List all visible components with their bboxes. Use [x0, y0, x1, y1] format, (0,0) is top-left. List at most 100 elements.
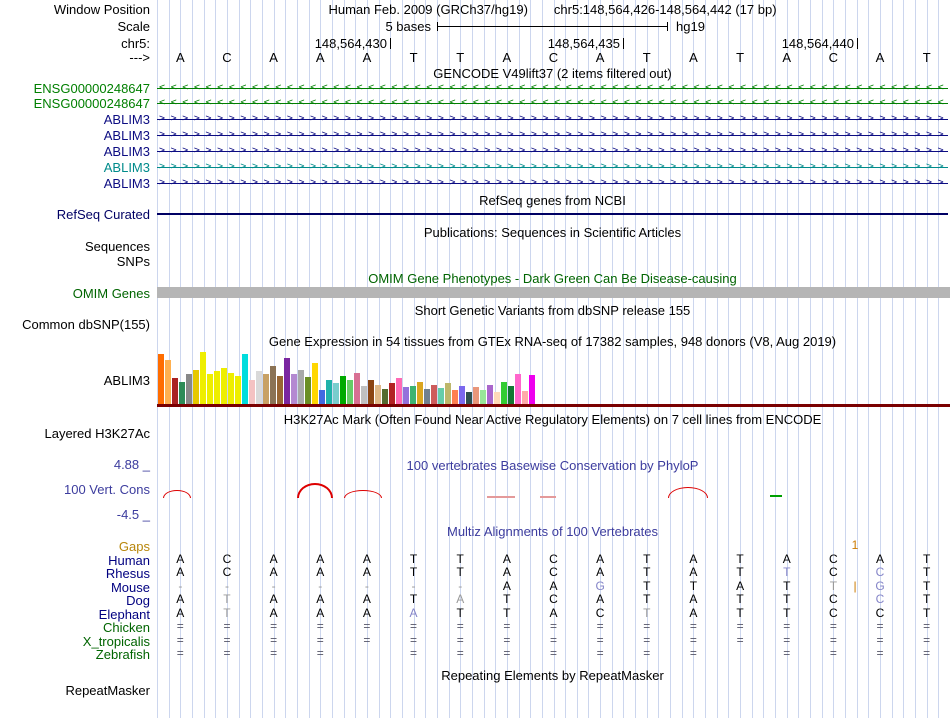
gtex-expression-bar[interactable] — [340, 376, 346, 404]
repeatmasker-label[interactable]: RepeatMasker — [0, 683, 150, 698]
gtex-expression-bar[interactable] — [529, 375, 535, 404]
gtex-expression-bar[interactable] — [375, 385, 381, 404]
multiz-species-label[interactable]: Zebrafish — [0, 647, 150, 662]
gtex-expression-bar[interactable] — [438, 388, 444, 404]
multiz-species-label[interactable]: Gaps — [0, 539, 150, 554]
sequences-label[interactable]: Sequences — [0, 239, 150, 254]
multiz-species-label[interactable]: Dog — [0, 593, 150, 608]
refseq-track-title[interactable]: RefSeq genes from NCBI — [157, 193, 948, 208]
gtex-expression-bar[interactable] — [193, 370, 199, 404]
multiz-track-title[interactable]: Multiz Alignments of 100 Vertebrates — [157, 524, 948, 539]
alignment-base: C — [549, 592, 558, 606]
gtex-expression-bar[interactable] — [270, 366, 276, 404]
gtex-expression-bar[interactable] — [494, 392, 500, 404]
gene-model[interactable]: >>>>>>>>>>>>>>>>>>>>>>>>>>>>>>>>>>>>>>>>… — [157, 112, 948, 126]
strand-direction-label[interactable]: ---> — [0, 50, 150, 65]
gtex-expression-bar[interactable] — [319, 390, 325, 404]
dbsnp-label[interactable]: Common dbSNP(155) — [0, 317, 150, 332]
gtex-expression-bar[interactable] — [249, 380, 255, 404]
gene-model[interactable]: >>>>>>>>>>>>>>>>>>>>>>>>>>>>>>>>>>>>>>>>… — [157, 144, 948, 158]
gene-model[interactable]: <<<<<<<<<<<<<<<<<<<<<<<<<<<<<<<<<<<<<<<<… — [157, 81, 948, 95]
repeatmasker-track-title[interactable]: Repeating Elements by RepeatMasker — [157, 668, 948, 683]
gtex-expression-bar[interactable] — [333, 383, 339, 404]
gene-model[interactable]: >>>>>>>>>>>>>>>>>>>>>>>>>>>>>>>>>>>>>>>>… — [157, 160, 948, 174]
gtex-expression-bar[interactable] — [382, 389, 388, 404]
gtex-expression-bar[interactable] — [424, 389, 430, 404]
refseq-curated-line[interactable] — [157, 213, 948, 215]
gtex-expression-bar[interactable] — [228, 373, 234, 404]
h3k27ac-label[interactable]: Layered H3K27Ac — [0, 426, 150, 441]
gtex-expression-bar[interactable] — [291, 374, 297, 404]
gene-label[interactable]: ENSG00000248647 — [0, 81, 150, 96]
gtex-expression-bar[interactable] — [466, 392, 472, 404]
h3k27ac-track-title[interactable]: H3K27Ac Mark (Often Found Near Active Re… — [157, 412, 948, 427]
gtex-expression-bar[interactable] — [368, 380, 374, 404]
gtex-expression-bar[interactable] — [396, 378, 402, 404]
gene-model[interactable]: >>>>>>>>>>>>>>>>>>>>>>>>>>>>>>>>>>>>>>>>… — [157, 128, 948, 142]
gtex-expression-bar[interactable] — [417, 382, 423, 404]
gtex-expression-bar[interactable] — [501, 382, 507, 404]
multiz-species-label[interactable]: Rhesus — [0, 566, 150, 581]
gtex-expression-bar[interactable] — [263, 374, 269, 404]
multiz-species-label[interactable]: Chicken — [0, 620, 150, 635]
gtex-expression-bar[interactable] — [508, 386, 514, 404]
gtex-expression-bar[interactable] — [361, 386, 367, 404]
gene-label[interactable]: ENSG00000248647 — [0, 96, 150, 111]
gtex-expression-bar[interactable] — [165, 360, 171, 404]
gtex-expression-bar[interactable] — [242, 354, 248, 404]
omim-genes-label[interactable]: OMIM Genes — [0, 286, 150, 301]
phylop-track-title[interactable]: 100 vertebrates Basewise Conservation by… — [157, 458, 948, 473]
gtex-expression-bar[interactable] — [305, 377, 311, 404]
omim-track-title[interactable]: OMIM Gene Phenotypes - Dark Green Can Be… — [157, 271, 948, 286]
alignment-base: = — [363, 633, 371, 647]
gtex-expression-bar[interactable] — [389, 383, 395, 404]
alignment-base: A — [316, 592, 325, 606]
gene-model[interactable]: >>>>>>>>>>>>>>>>>>>>>>>>>>>>>>>>>>>>>>>>… — [157, 176, 948, 190]
publications-track-title[interactable]: Publications: Sequences in Scientific Ar… — [157, 225, 948, 240]
gtex-expression-bar[interactable] — [186, 374, 192, 404]
gtex-expression-bar[interactable] — [256, 371, 262, 404]
gtex-expression-bar[interactable] — [480, 390, 486, 404]
snps-label[interactable]: SNPs — [0, 254, 150, 269]
gene-label[interactable]: ABLIM3 — [0, 160, 150, 175]
gtex-expression-bar[interactable] — [326, 380, 332, 404]
gtex-expression-bar[interactable] — [445, 383, 451, 404]
gtex-track-title[interactable]: Gene Expression in 54 tissues from GTEx … — [157, 334, 948, 349]
phylop-track-label[interactable]: 100 Vert. Cons — [0, 482, 150, 497]
gtex-expression-bar[interactable] — [452, 390, 458, 404]
gtex-expression-bar[interactable] — [487, 385, 493, 404]
gtex-expression-bar[interactable] — [354, 373, 360, 404]
dbsnp-track-title[interactable]: Short Genetic Variants from dbSNP releas… — [157, 303, 948, 318]
gtex-expression-bar[interactable] — [459, 386, 465, 404]
gtex-expression-bar[interactable] — [431, 385, 437, 404]
gtex-expression-bar[interactable] — [221, 368, 227, 404]
refseq-curated-label[interactable]: RefSeq Curated — [0, 207, 150, 222]
gene-label[interactable]: ABLIM3 — [0, 176, 150, 191]
alignment-base: A — [269, 565, 278, 579]
gtex-expression-bar[interactable] — [158, 354, 164, 404]
gtex-expression-bar[interactable] — [312, 363, 318, 404]
gtex-expression-bar[interactable] — [235, 376, 241, 404]
gencode-track-title[interactable]: GENCODE V49lift37 (2 items filtered out) — [157, 66, 948, 81]
gtex-expression-bar[interactable] — [515, 374, 521, 404]
gtex-expression-bar[interactable] — [473, 387, 479, 404]
gene-label[interactable]: ABLIM3 — [0, 112, 150, 127]
omim-track-bar[interactable] — [157, 287, 950, 298]
gtex-expression-bar[interactable] — [214, 371, 220, 404]
assembly-label: Human Feb. 2009 (GRCh37/hg19) — [328, 2, 528, 17]
gtex-expression-bar[interactable] — [200, 352, 206, 404]
gtex-expression-bar[interactable] — [403, 387, 409, 404]
gtex-expression-bar[interactable] — [410, 386, 416, 404]
gene-label[interactable]: ABLIM3 — [0, 128, 150, 143]
gene-label[interactable]: ABLIM3 — [0, 144, 150, 159]
gtex-expression-bar[interactable] — [277, 376, 283, 404]
gtex-expression-bar[interactable] — [179, 382, 185, 404]
gtex-expression-bar[interactable] — [298, 370, 304, 404]
gtex-expression-bar[interactable] — [207, 374, 213, 404]
gtex-expression-bar[interactable] — [284, 358, 290, 404]
gtex-expression-bar[interactable] — [172, 378, 178, 404]
gtex-expression-bar[interactable] — [522, 391, 528, 404]
gtex-expression-bar[interactable] — [347, 380, 353, 404]
gtex-gene-label[interactable]: ABLIM3 — [0, 373, 150, 388]
gene-model[interactable]: <<<<<<<<<<<<<<<<<<<<<<<<<<<<<<<<<<<<<<<<… — [157, 96, 948, 110]
